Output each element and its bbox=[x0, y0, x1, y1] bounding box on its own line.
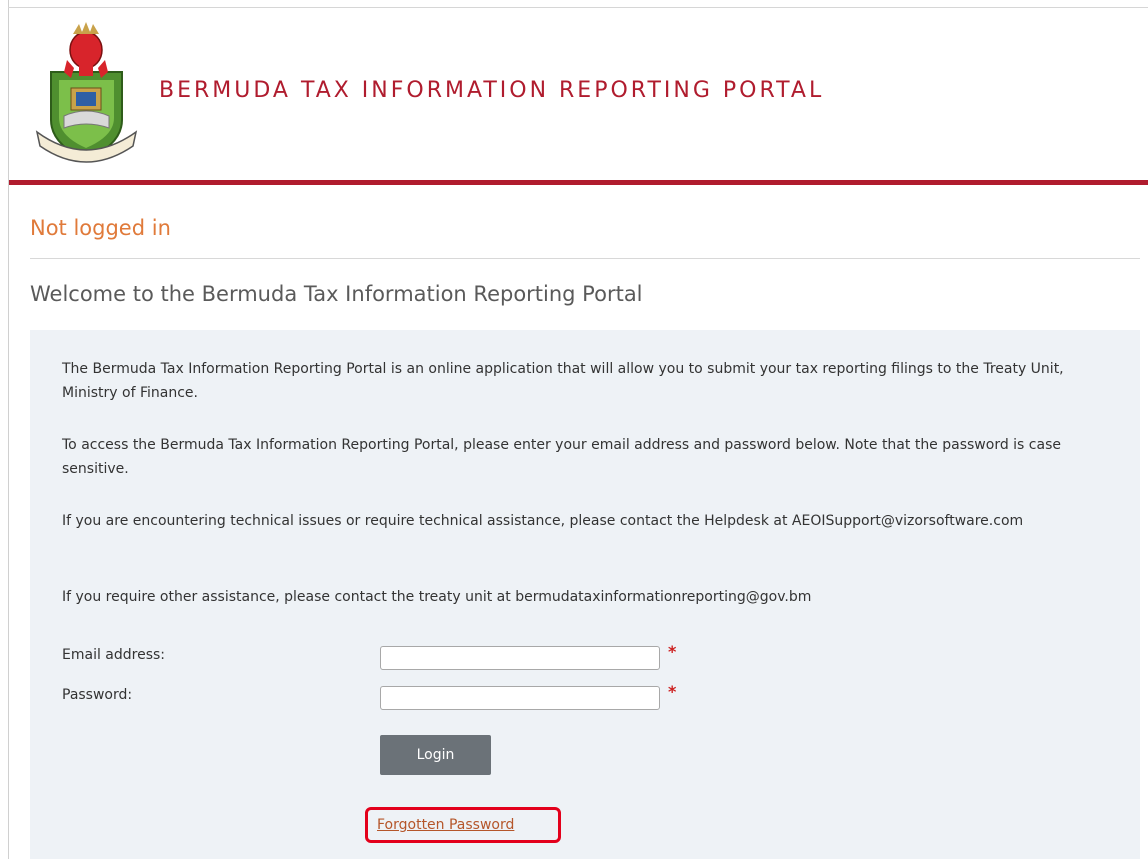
password-required-marker: * bbox=[668, 682, 677, 701]
access-instructions-paragraph: To access the Bermuda Tax Information Re… bbox=[62, 437, 1061, 477]
password-label: Password: bbox=[62, 687, 133, 703]
helpdesk-paragraph: If you are encountering technical issues… bbox=[62, 513, 1024, 529]
treaty-unit-contact-paragraph: If you require other assistance, please … bbox=[62, 589, 812, 605]
site-header: BERMUDA TAX INFORMATION REPORTING PORTAL bbox=[9, 8, 1148, 180]
page-title: Welcome to the Bermuda Tax Information R… bbox=[30, 282, 643, 306]
login-panel: The Bermuda Tax Information Reporting Po… bbox=[30, 330, 1140, 859]
status-divider bbox=[30, 258, 1140, 259]
login-button[interactable]: Login bbox=[380, 735, 491, 775]
header-divider bbox=[9, 180, 1148, 185]
bermuda-crest-logo bbox=[35, 22, 138, 163]
intro-paragraph: The Bermuda Tax Information Reporting Po… bbox=[62, 361, 1064, 401]
email-label: Email address: bbox=[62, 647, 166, 663]
email-field[interactable] bbox=[380, 646, 660, 670]
password-field[interactable] bbox=[380, 686, 660, 710]
forgot-password-link[interactable]: Forgotten Password bbox=[377, 817, 514, 833]
email-required-marker: * bbox=[668, 642, 677, 661]
login-status: Not logged in bbox=[30, 216, 171, 240]
site-title: BERMUDA TAX INFORMATION REPORTING PORTAL bbox=[159, 78, 825, 103]
